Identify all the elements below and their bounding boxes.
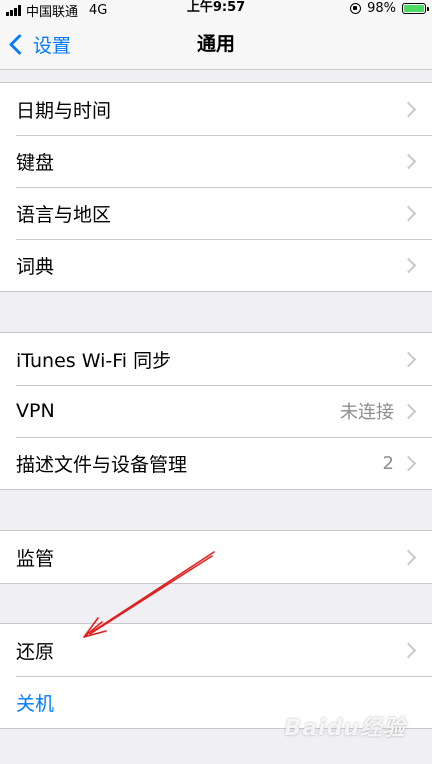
battery-fill (404, 5, 424, 12)
chevron-right-icon (400, 205, 417, 221)
chevron-right-icon (400, 549, 417, 565)
row-label: iTunes Wi-Fi 同步 (16, 349, 172, 372)
row-itunes-wifi-sync[interactable]: iTunes Wi-Fi 同步 (0, 333, 432, 385)
chevron-right-icon (400, 351, 417, 367)
row-label: 监管 (16, 547, 55, 570)
row-supervision[interactable]: 监管 (0, 531, 432, 583)
shut-down-label: 关机 (16, 692, 55, 715)
row-dictionary[interactable]: 词典 (0, 239, 432, 291)
rotation-lock-icon (350, 3, 362, 14)
chevron-right-icon (400, 257, 417, 273)
chevron-right-icon (400, 101, 417, 117)
row-vpn[interactable]: VPN 未连接 (0, 385, 432, 437)
vpn-status: 未连接 (340, 402, 394, 423)
battery-percent: 98% (367, 1, 396, 16)
navigation-bar: 设置 通用 (0, 18, 432, 70)
row-label: 键盘 (16, 151, 55, 174)
row-label: 日期与时间 (16, 99, 112, 122)
settings-group-1: 日期与时间 键盘 语言与地区 词典 (0, 82, 432, 292)
settings-group-2: iTunes Wi-Fi 同步 VPN 未连接 描述文件与设备管理 2 (0, 332, 432, 490)
row-label: 语言与地区 (16, 203, 112, 226)
row-language-region[interactable]: 语言与地区 (0, 187, 432, 239)
profile-count: 2 (382, 452, 394, 474)
row-label: 描述文件与设备管理 (16, 453, 188, 476)
chevron-right-icon (400, 455, 417, 471)
row-reset[interactable]: 还原 (0, 624, 432, 676)
row-keyboard[interactable]: 键盘 (0, 135, 432, 187)
battery-icon (402, 3, 429, 14)
status-right: 98% (350, 1, 429, 16)
chevron-right-icon (400, 153, 417, 169)
row-profiles-device-management[interactable]: 描述文件与设备管理 2 (0, 437, 432, 489)
chevron-right-icon (400, 642, 417, 658)
status-bar: 中国联通 4G 上午9:57 98% (0, 0, 432, 20)
row-label: 词典 (16, 255, 55, 278)
chevron-right-icon (400, 403, 417, 419)
watermark: Baidu经验 (284, 716, 406, 741)
page-title: 通用 (196, 33, 235, 55)
row-label: 还原 (16, 640, 55, 663)
settings-group-3: 监管 (0, 530, 432, 584)
row-date-time[interactable]: 日期与时间 (0, 83, 432, 135)
row-label: VPN (16, 400, 55, 422)
